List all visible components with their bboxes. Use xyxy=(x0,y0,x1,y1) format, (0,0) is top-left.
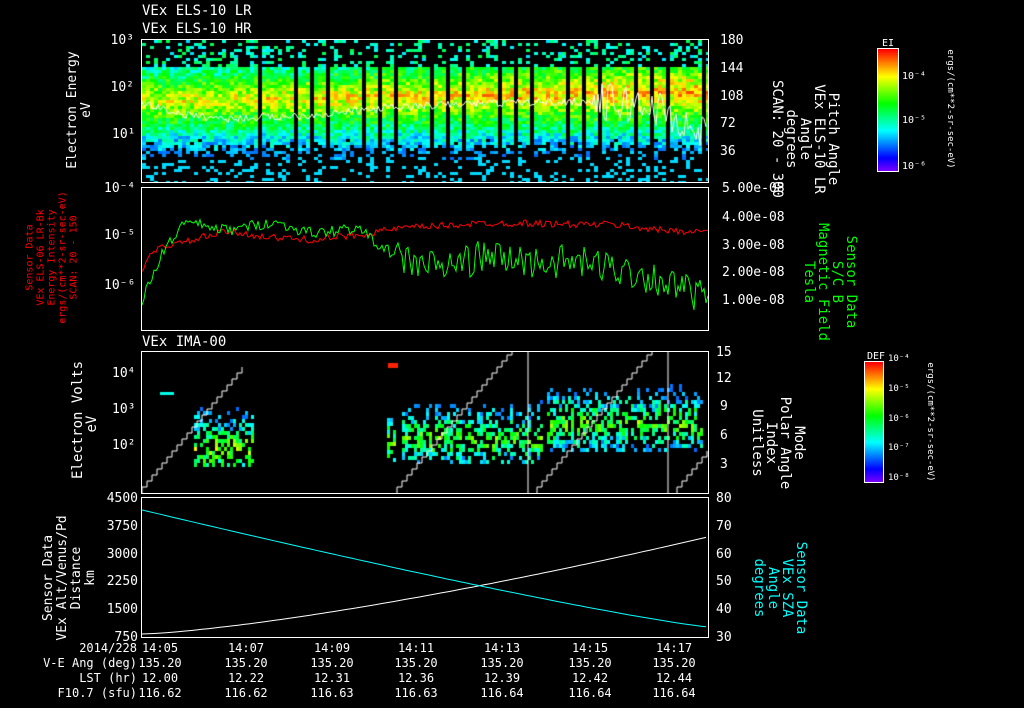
p4-ytick: 4500 xyxy=(106,491,138,506)
def-cb-tick: 10⁻⁵ xyxy=(888,384,910,394)
p1-rtick: 180 xyxy=(720,33,744,48)
def-colorbar xyxy=(864,361,884,483)
footer-lst-value: 12.44 xyxy=(655,671,693,685)
footer-lst-value: 12.00 xyxy=(141,671,179,685)
footer-f107-value: 116.64 xyxy=(480,686,524,700)
p2-rtick: 4.00e-08 xyxy=(722,210,785,225)
p1-ytick: 10² xyxy=(110,80,134,95)
f107-row: F10.7 (sfu) 116.62 116.62 116.63 116.63 116.6… xyxy=(0,686,1024,701)
p1-rtick: 144 xyxy=(720,61,744,76)
panel3-frame xyxy=(141,351,709,494)
plot-window: VEx ELS-10 LR VEx ELS-10 HR Electron Ene… xyxy=(0,0,1024,708)
footer-lst-value: 12.22 xyxy=(227,671,265,685)
footer-ve_ang-value: 135.20 xyxy=(480,656,524,670)
p4-ytick: 3000 xyxy=(106,547,138,562)
p3-ytick: 10³ xyxy=(112,402,136,417)
def-colorbar-unit: ergs/(cm**2-sr-sec-eV) xyxy=(925,362,935,482)
lst-label: LST (hr) xyxy=(79,671,137,685)
footer-f107-value: 116.63 xyxy=(394,686,438,700)
p2-rtick: 5.00e-08 xyxy=(722,181,785,196)
p4-ytick: 3750 xyxy=(106,519,138,534)
def-cb-tick: 10⁻⁸ xyxy=(888,473,910,483)
p4-rtick: 50 xyxy=(716,574,732,589)
p3-ytick: 10² xyxy=(112,438,136,453)
footer-times-value: 14:11 xyxy=(397,641,435,655)
p1-rtick: 108 xyxy=(720,89,744,104)
panel3-title: VEx IMA-00 xyxy=(142,334,227,350)
p1-rtick: 72 xyxy=(720,116,736,131)
ei-cb-tick: 10⁻⁶ xyxy=(902,161,927,172)
lst-row: LST (hr) 12.00 12.22 12.31 12.36 12.39 12.42 12… xyxy=(0,671,1024,686)
p4-ytick: 1500 xyxy=(106,602,138,617)
footer-f107-value: 116.64 xyxy=(568,686,612,700)
p3-rtick: 3 xyxy=(720,457,728,472)
footer-f107-value: 116.64 xyxy=(652,686,696,700)
ei-colorbar xyxy=(877,48,899,172)
footer-times-value: 14:09 xyxy=(313,641,351,655)
ei-cb-tick: 10⁻⁵ xyxy=(902,115,927,126)
p2-ytick: 10⁻⁵ xyxy=(104,228,136,243)
panel2-ylabel: Sensor Data VEx ELS-06 LR-Bk Energy Intens… xyxy=(24,191,80,324)
panel3-rlabel: Mode Polar Angle Index Unitless xyxy=(749,396,807,490)
date-label: 2014/228 xyxy=(79,641,137,655)
p4-rtick: 80 xyxy=(716,491,732,506)
def-cb-tick: 10⁻⁴ xyxy=(888,354,910,364)
footer-times-value: 14:05 xyxy=(141,641,179,655)
p2-rtick: 1.00e-08 xyxy=(722,293,785,308)
panel2-rlabel: Sensor Data S/C B Magnetic Field Tesla xyxy=(801,222,859,341)
p1-rtick: 36 xyxy=(720,144,736,159)
footer-lst-value: 12.42 xyxy=(571,671,609,685)
footer-ve_ang-value: 135.20 xyxy=(138,656,182,670)
panel1-title-hr: VEx ELS-10 HR xyxy=(142,21,252,37)
p3-rtick: 6 xyxy=(720,428,728,443)
panel2-frame xyxy=(141,187,709,331)
footer-lst-value: 12.31 xyxy=(313,671,351,685)
p3-rtick: 12 xyxy=(716,371,732,386)
ei-cb-tick: 10⁻⁴ xyxy=(902,71,927,82)
p4-ytick: 2250 xyxy=(106,574,138,589)
p4-rtick: 60 xyxy=(716,547,732,562)
ei-colorbar-unit: ergs/(cm**2-sr-sec-eV) xyxy=(945,49,955,169)
footer-ve_ang-value: 135.20 xyxy=(310,656,354,670)
footer-times-value: 14:15 xyxy=(571,641,609,655)
p1-ytick: 10¹ xyxy=(112,127,136,142)
ve-ang-label: V-E Ang (deg) xyxy=(43,656,137,670)
p3-rtick: 9 xyxy=(720,399,728,414)
footer-ve_ang-value: 135.20 xyxy=(652,656,696,670)
time-row: 2014/228 14:05 14:07 14:09 14:11 14:13 14:15 14… xyxy=(0,641,1024,656)
p1-ytick: 10³ xyxy=(110,33,134,48)
footer-times-value: 14:07 xyxy=(227,641,265,655)
p2-ytick: 10⁻⁶ xyxy=(104,278,136,293)
footer-ve_ang-value: 135.20 xyxy=(568,656,612,670)
p4-rtick: 40 xyxy=(716,602,732,617)
p2-rtick: 2.00e-08 xyxy=(722,265,785,280)
footer-ve_ang-value: 135.20 xyxy=(224,656,268,670)
footer-f107-value: 116.62 xyxy=(138,686,182,700)
panel3-ylabel: Electron Volts eV xyxy=(70,360,100,479)
panel1-ylabel: Electron Energy eV xyxy=(65,51,94,169)
def-cb-tick: 10⁻⁷ xyxy=(888,443,910,453)
p3-rtick: 15 xyxy=(716,345,732,360)
def-cb-tick: 10⁻⁶ xyxy=(888,414,910,424)
ve-ang-row: V-E Ang (deg) 135.20 135.20 135.20 135.20 135… xyxy=(0,656,1024,671)
panel4-rlabel: Sensor Data VEx SZA Angle degrees xyxy=(751,541,809,635)
footer-f107-value: 116.62 xyxy=(224,686,268,700)
p3-ytick: 10⁴ xyxy=(112,366,136,381)
panel4-frame xyxy=(141,497,709,638)
p2-ytick: 10⁻⁴ xyxy=(104,181,136,196)
p4-rtick: 70 xyxy=(716,519,732,534)
footer-lst-value: 12.39 xyxy=(483,671,521,685)
footer-lst-value: 12.36 xyxy=(397,671,435,685)
p2-rtick: 3.00e-08 xyxy=(722,238,785,253)
panel1-title-lr: VEx ELS-10 LR xyxy=(142,3,252,19)
f107-label: F10.7 (sfu) xyxy=(57,686,137,700)
footer-times-value: 14:17 xyxy=(655,641,693,655)
footer-times-value: 14:13 xyxy=(483,641,521,655)
footer-f107-value: 116.63 xyxy=(310,686,354,700)
panel1-frame xyxy=(141,39,709,183)
panel4-ylabel: Sensor Data VEx Alt/Venus/Pd Distance km xyxy=(41,515,98,641)
footer-ve_ang-value: 135.20 xyxy=(394,656,438,670)
